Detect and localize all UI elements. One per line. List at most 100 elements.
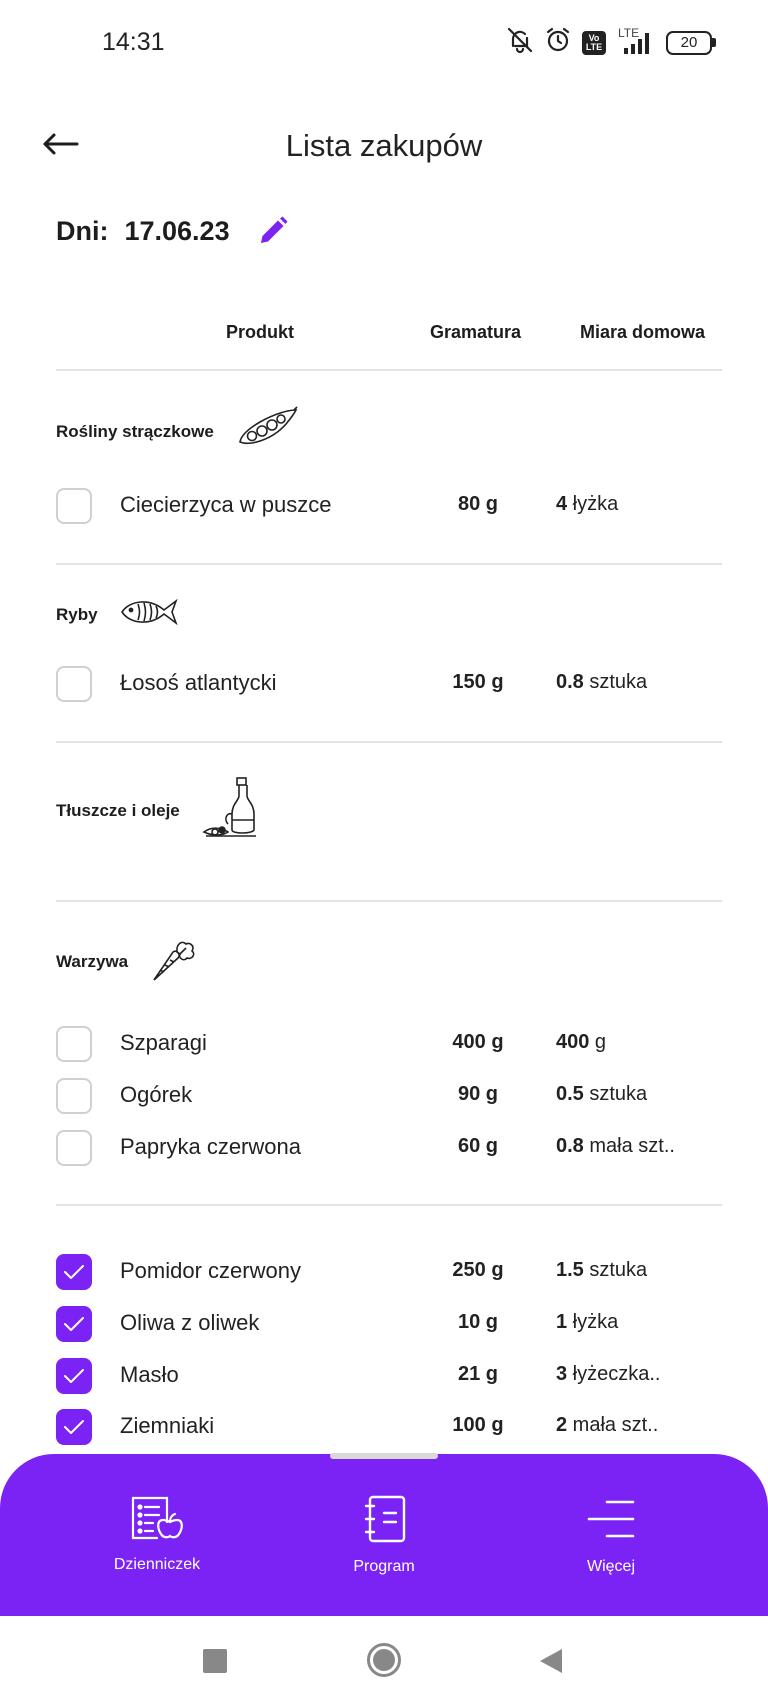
item-weight: 100 g	[452, 1414, 504, 1436]
date-value: 17.06.23	[124, 215, 230, 246]
category-vegetables: Warzywa	[56, 936, 196, 987]
nav-label: Więcej	[586, 1558, 635, 1575]
status-time: 14:31	[102, 28, 165, 56]
item-checkbox-checked[interactable]	[56, 1358, 92, 1394]
check-icon	[64, 1420, 84, 1434]
date-row: Dni: 17.06.23	[56, 214, 290, 248]
item-weight: 250 g	[452, 1259, 504, 1281]
item-unit: łyżka	[567, 493, 619, 515]
item-weight: 400 g	[452, 1031, 504, 1053]
item-checkbox[interactable]	[56, 488, 92, 524]
system-navigation-bar	[0, 1616, 768, 1707]
item-name: Masło	[120, 1362, 179, 1387]
divider	[56, 563, 722, 565]
item-measure: 1.5 sztuka	[556, 1259, 647, 1282]
column-header-product: Produkt	[226, 322, 295, 342]
item-name: Ogórek	[120, 1082, 193, 1107]
bell-off-icon	[506, 26, 534, 59]
divider	[56, 369, 722, 371]
item-measure: 4 łyżka	[556, 493, 618, 516]
category-fish: Ryby	[56, 596, 180, 633]
back-system-button[interactable]	[538, 1647, 564, 1680]
sheet-handle[interactable]	[330, 1453, 438, 1459]
item-measure: 0.5 sztuka	[556, 1083, 647, 1106]
item-weight: 60 g	[457, 1135, 499, 1157]
list-item: Masło 21 g 3 łyżeczka..	[56, 1356, 722, 1396]
nav-label: Program	[353, 1558, 415, 1575]
item-measure: 400 g	[556, 1031, 606, 1054]
item-weight: 21 g	[457, 1363, 499, 1385]
divider	[56, 1204, 722, 1206]
item-checkbox-checked[interactable]	[56, 1254, 92, 1290]
item-checkbox[interactable]	[56, 666, 92, 702]
item-measure: 3 łyżeczka..	[556, 1363, 660, 1386]
category-fats-oils: Tłuszcze i oleje	[56, 776, 260, 845]
check-icon	[64, 1369, 84, 1383]
check-icon	[64, 1265, 84, 1279]
home-button[interactable]	[366, 1642, 402, 1683]
item-name: Pomidor czerwony	[120, 1258, 301, 1283]
item-weight: 90 g	[457, 1083, 499, 1105]
network-type: LTE	[618, 25, 640, 40]
item-name: Papryka czerwona	[120, 1134, 301, 1159]
pencil-icon	[260, 216, 288, 243]
divider	[56, 900, 722, 902]
item-name: Ciecierzyca w puszce	[120, 492, 332, 517]
item-qty: 0.8	[556, 671, 584, 693]
category-label: Rośliny strączkowe	[56, 421, 214, 441]
column-header-weight: Gramatura	[430, 322, 522, 342]
divider	[56, 741, 722, 743]
status-icons: Vo LTE LTE 20	[506, 26, 716, 59]
item-measure: 0.8 mała szt..	[556, 1135, 675, 1158]
item-unit: sztuka	[583, 1259, 648, 1281]
alarm-icon	[544, 26, 572, 59]
item-unit: g	[589, 1031, 607, 1053]
item-name: Łosoś atlantycki	[120, 670, 277, 695]
item-unit: mała szt..	[583, 1135, 675, 1157]
date-label: Dni:	[56, 215, 109, 246]
notebook-icon	[364, 1495, 406, 1543]
item-weight: 10 g	[457, 1311, 499, 1333]
edit-date-button[interactable]	[256, 214, 290, 248]
list-item: Łosoś atlantycki 150 g 0.8 sztuka	[56, 664, 722, 704]
item-checkbox-checked[interactable]	[56, 1409, 92, 1445]
item-qty: 1.5	[556, 1259, 584, 1281]
nav-item-dzienniczek[interactable]: Dzienniczek	[57, 1494, 257, 1574]
signal-icon: LTE	[616, 26, 656, 56]
item-checkbox[interactable]	[56, 1130, 92, 1166]
list-item: Papryka czerwona 60 g 0.8 mała szt..	[56, 1128, 722, 1168]
item-measure: 0.8 sztuka	[556, 671, 647, 694]
recent-apps-button[interactable]	[203, 1649, 227, 1678]
check-icon	[64, 1317, 84, 1331]
triangle-back-icon	[540, 1649, 562, 1673]
list-item: Ciecierzyca w puszce 80 g 4 łyżka	[56, 486, 722, 526]
category-label: Warzywa	[56, 951, 129, 971]
item-checkbox[interactable]	[56, 1026, 92, 1062]
header: Lista zakupów	[0, 110, 768, 180]
category-label: Ryby	[56, 604, 98, 624]
volte-bottom: LTE	[585, 41, 603, 52]
bottom-navigation: Dzienniczek Program Więcej	[0, 1454, 768, 1616]
item-qty: 400	[556, 1031, 590, 1053]
category-label: Tłuszcze i oleje	[56, 800, 180, 820]
pea-pod-icon	[236, 406, 298, 457]
nav-item-program[interactable]: Program	[284, 1494, 484, 1576]
item-checkbox-checked[interactable]	[56, 1306, 92, 1342]
page-title: Lista zakupów	[285, 128, 483, 163]
item-measure: 1 łyżka	[556, 1311, 618, 1334]
item-name: Szparagi	[120, 1030, 207, 1055]
category-legumes: Rośliny strączkowe	[56, 406, 298, 457]
nav-item-wiecej[interactable]: Więcej	[511, 1494, 711, 1576]
circle-icon	[367, 1643, 401, 1677]
item-unit: mała szt..	[567, 1414, 659, 1436]
item-unit: sztuka	[583, 671, 648, 693]
column-header-measure: Miara domowa	[580, 322, 706, 342]
item-qty: 4	[556, 493, 568, 515]
item-qty: 1	[556, 1311, 568, 1333]
item-weight: 80 g	[457, 493, 499, 515]
list-item: Szparagi 400 g 400 g	[56, 1024, 722, 1064]
item-checkbox[interactable]	[56, 1078, 92, 1114]
list-item: Oliwa z oliwek 10 g 1 łyżka	[56, 1304, 722, 1344]
item-unit: sztuka	[583, 1083, 648, 1105]
item-weight: 150 g	[452, 671, 504, 693]
